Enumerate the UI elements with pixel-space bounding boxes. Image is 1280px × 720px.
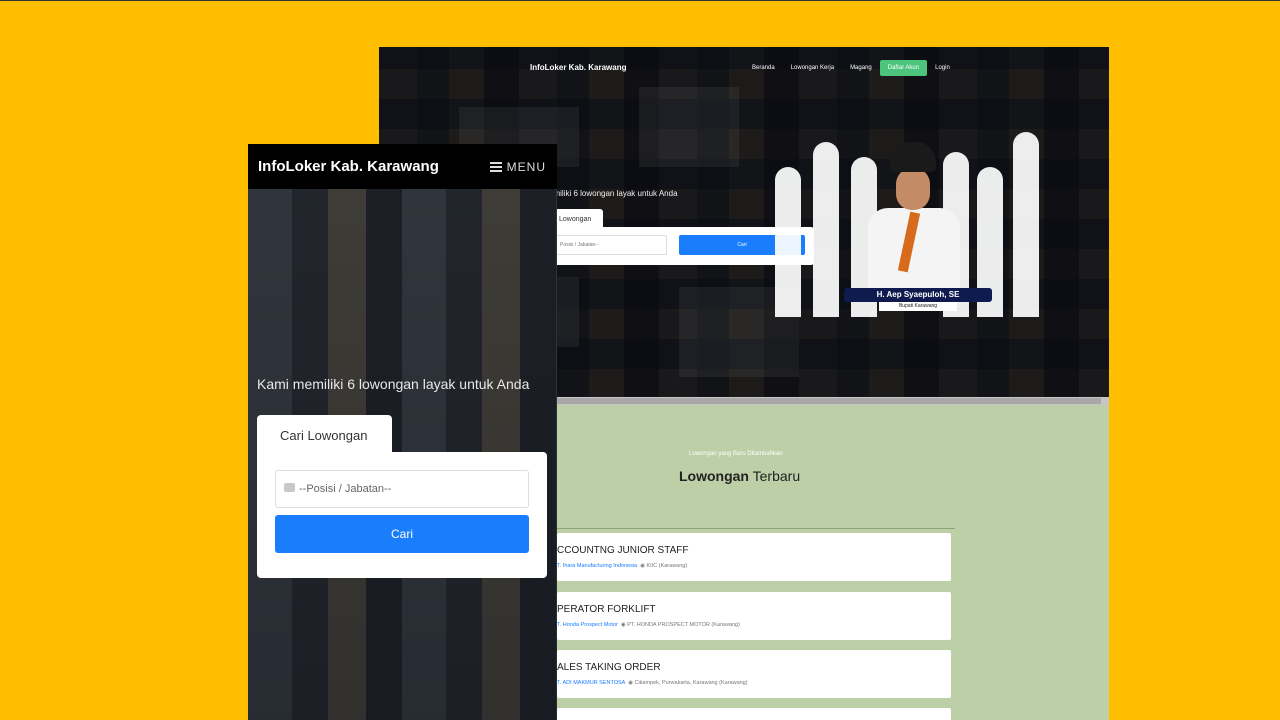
job-meta: T. Honda Prospect Motor ◉ PT. HONDA PROS… [557,622,740,628]
job-company[interactable]: T. Honda Prospect Motor [557,622,618,628]
job-card[interactable]: ALES TAKING ORDER T. ADI MAKMUR SENTOSA … [557,650,951,698]
mobile-navbar: InfoLoker Kab. Karawang MENU [248,144,557,189]
hamburger-icon [489,162,502,172]
menu-label: MENU [506,160,546,174]
mobile-brand-logo[interactable]: InfoLoker Kab. Karawang [258,158,439,175]
desktop-navbar: InfoLoker Kab. Karawang Beranda Lowongan… [379,47,1109,89]
official-name: H. Aep Syaepuloh, SE [844,288,992,302]
location-pin-icon: ◉ [640,563,645,569]
job-location: KIIC (Karawang) [646,563,688,569]
job-title[interactable]: PERATOR FORKLIFT [557,604,656,615]
section-divider [557,528,955,529]
job-card[interactable]: CCOUNTNG JUNIOR STAFF T. Ihara Manufactu… [557,533,951,581]
mobile-search-button[interactable]: Cari [275,515,529,553]
job-location: Cikampek, Purwakarta, Karawang (Karawang… [634,680,748,686]
job-meta: T. ADI MAKMUR SENTOSA ◉ Cikampek, Purwak… [557,680,748,686]
job-company[interactable]: T. Ihara Manufacturing Indonesia [557,563,637,569]
mobile-menu-toggle[interactable]: MENU [489,160,546,174]
desktop-hero-tagline: emiliki 6 lowongan layak untuk Anda [549,189,678,198]
briefcase-icon [284,483,295,492]
job-location: PT. HONDA PROSPECT MOTOR (Karawang) [627,622,740,628]
mobile-screenshot: InfoLoker Kab. Karawang MENU Kami memili… [248,144,557,720]
section-subtitle: Lowongan yang Baru Ditambahkan [689,451,783,457]
job-card[interactable]: PERATOR FORKLIFT T. Honda Prospect Motor… [557,592,951,640]
job-company[interactable]: T. ADI MAKMUR SENTOSA [557,680,625,686]
desktop-search-input[interactable]: Posisi / Jabatan-- [555,235,667,255]
mobile-search-input[interactable]: --Posisi / Jabatan-- [275,470,529,508]
decorative-arch [775,167,801,317]
hero-photo-tile [639,87,739,167]
job-title[interactable]: ALES TAKING ORDER [557,662,661,673]
official-portrait-banner: H. Aep Syaepuloh, SE Bupati Karawang [769,102,1059,317]
location-pin-icon: ◉ [620,622,626,628]
mobile-search-tab[interactable]: Cari Lowongan [257,415,392,455]
nav-lowongan-kerja[interactable]: Lowongan Kerja [783,60,842,76]
nav-magang[interactable]: Magang [842,60,880,76]
mobile-hero-tagline: Kami memiliki 6 lowongan layak untuk And… [257,376,530,392]
section-title-rest: Terbaru [749,468,801,484]
nav-beranda[interactable]: Beranda [744,60,783,76]
job-title[interactable]: CCOUNTNG JUNIOR STAFF [557,545,688,556]
official-title: Bupati Karawang [879,302,957,311]
job-meta: T. Ihara Manufacturing Indonesia ◉ KIIC … [557,563,687,569]
decorative-arch [813,142,839,317]
desktop-nav-menu: Beranda Lowongan Kerja Magang Daftar Aku… [744,60,958,76]
official-face [896,168,930,210]
official-cap [890,142,936,172]
decorative-arch [1013,132,1039,317]
job-card[interactable] [557,708,951,720]
top-border [0,0,1280,1]
mobile-search-card: --Posisi / Jabatan-- Cari [257,452,547,578]
nav-login[interactable]: Login [927,60,958,76]
official-photo [864,142,964,292]
section-title: Lowongan Terbaru [679,468,800,484]
section-title-bold: Lowongan [679,468,749,484]
desktop-brand-logo[interactable]: InfoLoker Kab. Karawang [530,63,626,72]
nav-daftar-akun-button[interactable]: Daftar Akun [879,60,928,76]
search-placeholder: --Posisi / Jabatan-- [299,483,392,495]
location-pin-icon: ◉ [628,680,633,686]
